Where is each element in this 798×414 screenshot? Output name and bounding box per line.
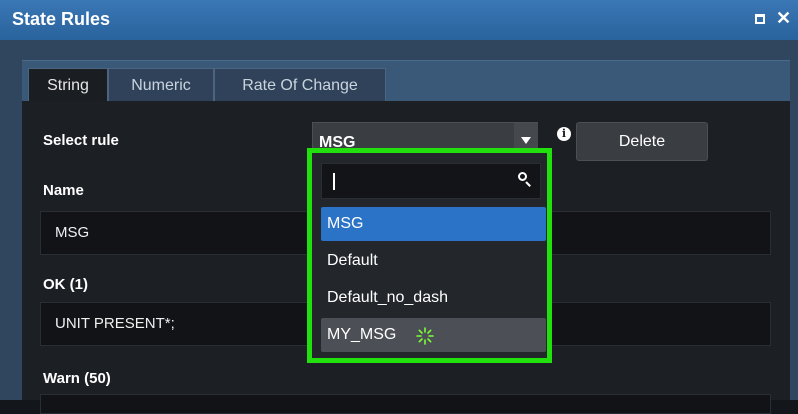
tab-rate-of-change[interactable]: Rate Of Change (214, 68, 386, 101)
dropdown-option-default[interactable]: Default (321, 244, 546, 278)
text-caret (333, 173, 335, 190)
dropdown-option-default-no-dash[interactable]: Default_no_dash (321, 281, 546, 315)
tab-numeric[interactable]: Numeric (108, 68, 214, 101)
ok-label: OK (1) (43, 276, 88, 293)
loading-spinner-icon (415, 325, 435, 345)
maximize-icon[interactable] (755, 14, 765, 24)
tab-string[interactable]: String (28, 68, 108, 101)
rule-dropdown-menu: MSG Default Default_no_dash MY_MSG (307, 148, 552, 363)
info-icon[interactable]: i (557, 127, 571, 141)
name-label: Name (43, 182, 84, 199)
delete-button[interactable]: Delete (576, 122, 708, 161)
warn-label: Warn (50) (43, 370, 111, 387)
close-icon[interactable]: ✕ (776, 8, 791, 29)
window-title: State Rules (12, 9, 111, 29)
dropdown-search-input[interactable] (321, 163, 541, 199)
dropdown-option-label: MY_MSG (327, 326, 397, 343)
select-rule-label: Select rule (43, 132, 119, 149)
dropdown-option-my-msg[interactable]: MY_MSG (321, 318, 546, 352)
window-titlebar[interactable]: State Rules ✕ (0, 0, 798, 40)
warn-field[interactable] (40, 394, 771, 414)
search-icon[interactable] (518, 172, 531, 187)
dropdown-option-msg[interactable]: MSG (321, 207, 546, 241)
